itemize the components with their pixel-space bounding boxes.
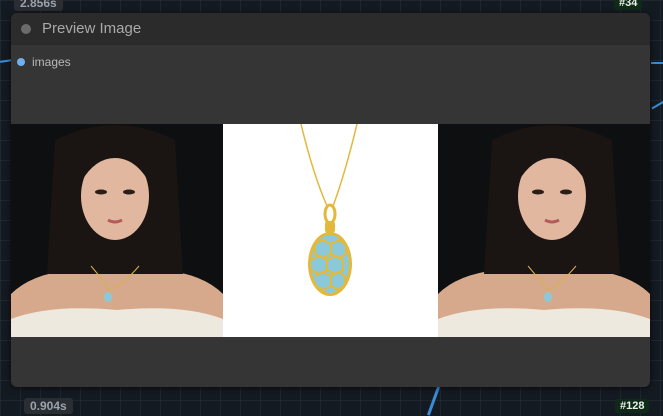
- preview-image-pendant[interactable]: [223, 124, 438, 337]
- portrait-illustration: [11, 124, 223, 337]
- node-title: Preview Image: [42, 20, 142, 37]
- image-preview-strip[interactable]: [11, 124, 650, 337]
- input-connector-icon[interactable]: [17, 58, 25, 66]
- pendant-illustration: [223, 124, 438, 337]
- preview-image-node[interactable]: Preview Image images: [11, 13, 650, 387]
- link-wire-right-upper: [651, 100, 663, 110]
- link-wire-right: [651, 62, 663, 64]
- node-id-badge-bottom: #128: [615, 399, 650, 413]
- node-header[interactable]: Preview Image: [11, 13, 650, 45]
- portrait-illustration: [438, 124, 650, 337]
- execution-time-bottom: 0.904s: [24, 398, 73, 414]
- preview-image-portrait-right[interactable]: [438, 124, 650, 337]
- input-slot-label: images: [32, 55, 71, 69]
- collapse-toggle-icon[interactable]: [21, 23, 31, 34]
- input-slot-images[interactable]: images: [17, 55, 71, 69]
- execution-time-top: 2.856s: [14, 0, 63, 11]
- node-id-badge-top: #34: [614, 0, 643, 10]
- link-wire-bottom: [426, 386, 441, 416]
- preview-image-portrait-left[interactable]: [11, 124, 223, 337]
